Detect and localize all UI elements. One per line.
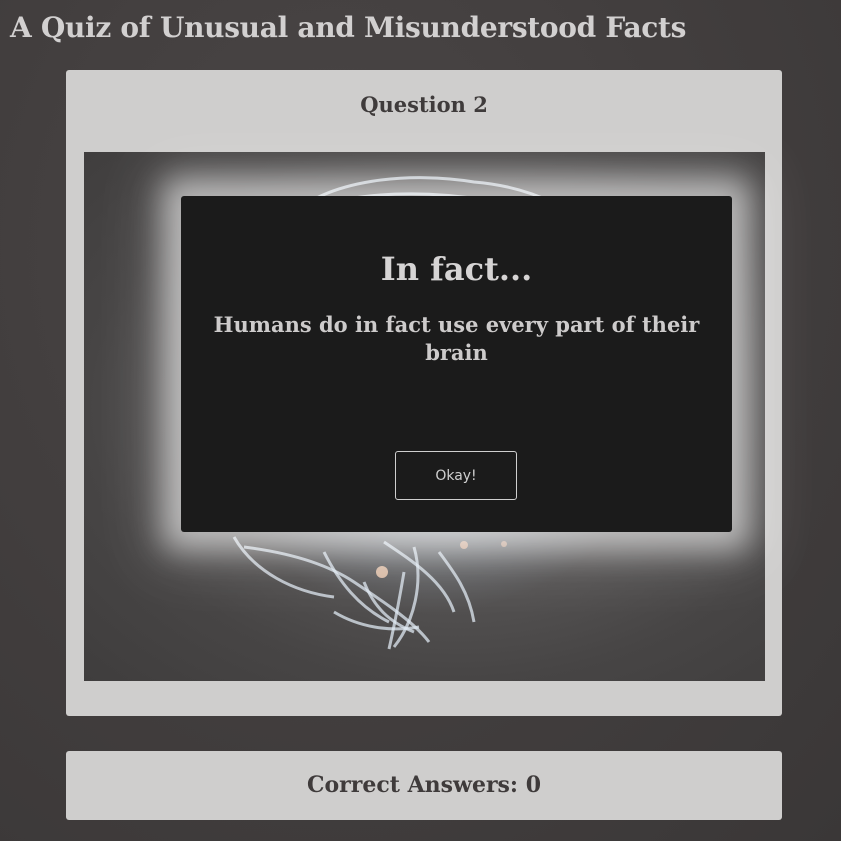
fact-modal: In fact... Humans do in fact use every p…: [181, 196, 732, 532]
modal-message: Humans do in fact use every part of thei…: [213, 312, 700, 365]
correct-answers-count: Correct Answers: 0: [306, 772, 542, 798]
page-title: A Quiz of Unusual and Misunderstood Fact…: [10, 11, 687, 44]
okay-button[interactable]: Okay!: [395, 451, 517, 500]
question-heading: Question 2: [360, 92, 488, 117]
score-card: Correct Answers: 0: [66, 751, 782, 820]
modal-title: In fact...: [380, 250, 533, 288]
